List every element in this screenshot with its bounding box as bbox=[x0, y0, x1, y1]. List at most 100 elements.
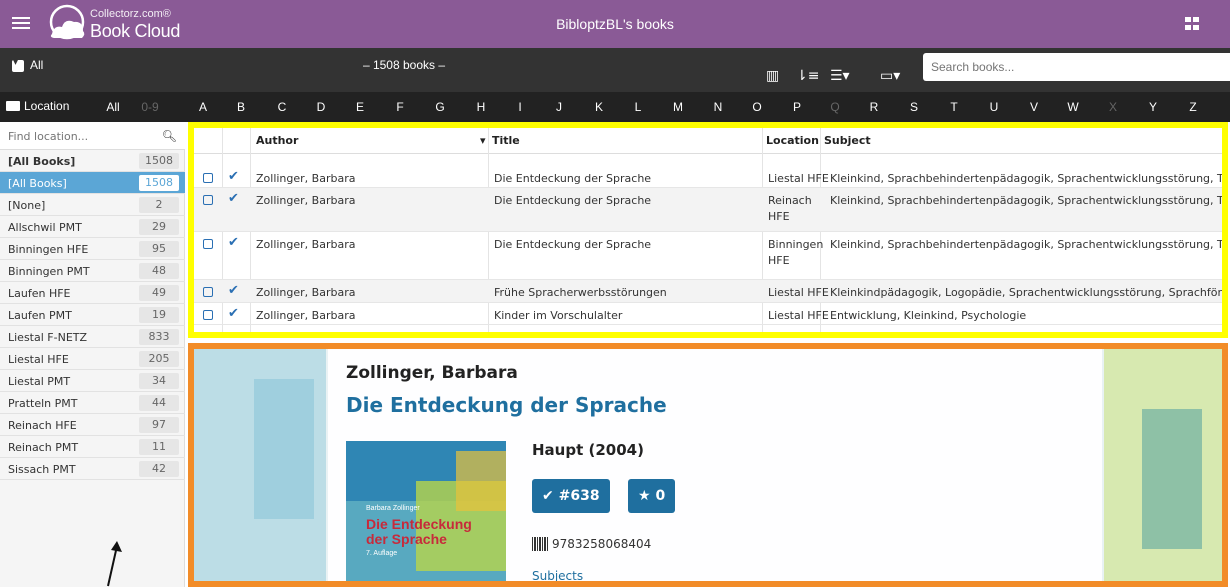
cell-title: Die Entdeckung der Sprache bbox=[494, 238, 652, 251]
location-item[interactable]: Reinach PMT 11 bbox=[0, 436, 185, 458]
sort-icon[interactable]: ⇂≡ bbox=[796, 68, 819, 84]
location-list: [All Books] 1508 [All Books] 1508 [None] 2 All… bbox=[0, 150, 185, 480]
cell-location-line2: HFE bbox=[768, 254, 790, 267]
location-count-badge: 44 bbox=[139, 395, 179, 411]
table-row[interactable]: ✔ Zollinger, Barbara Die Entdeckung der Sp… bbox=[194, 188, 1228, 232]
cell-author: Zollinger, Barbara bbox=[256, 238, 356, 251]
location-item[interactable]: Sissach PMT 42 bbox=[0, 458, 185, 480]
letter-filter-g[interactable]: G bbox=[435, 100, 444, 114]
letter-filter-m[interactable]: M bbox=[673, 100, 683, 114]
book-cover[interactable]: Barbara Zollinger Die Entdeckung der Spra… bbox=[346, 441, 506, 581]
folder-icon bbox=[6, 101, 20, 111]
letter-filter-all[interactable]: All bbox=[106, 100, 119, 114]
cover-author: Barbara Zollinger bbox=[366, 505, 420, 512]
search-icon[interactable]: 🔍︎ bbox=[162, 129, 177, 143]
row-checkbox[interactable] bbox=[203, 173, 213, 183]
letter-filter-b[interactable]: B bbox=[237, 100, 245, 114]
location-item[interactable]: Pratteln PMT 44 bbox=[0, 392, 185, 414]
column-author[interactable]: Author bbox=[256, 134, 298, 147]
table-header: Author ▾ Title Location Subject bbox=[194, 128, 1222, 154]
cell-subject: Kleinkindpädagogik, Logopädie, Sprachent… bbox=[830, 286, 1228, 299]
letter-filter-d[interactable]: D bbox=[317, 100, 326, 114]
search-box[interactable] bbox=[923, 53, 1230, 81]
find-location-input[interactable] bbox=[0, 122, 150, 150]
list-view-icon[interactable]: ☰▾ bbox=[830, 68, 850, 84]
location-count-badge: 1508 bbox=[139, 175, 179, 191]
location-item[interactable]: Reinach HFE 97 bbox=[0, 414, 185, 436]
letter-filter-c[interactable]: C bbox=[278, 100, 287, 114]
letter-filter-o[interactable]: O bbox=[752, 100, 761, 114]
layout-icon[interactable]: ▭▾ bbox=[880, 68, 900, 84]
find-location-box[interactable]: 🔍︎ bbox=[0, 122, 185, 150]
column-location[interactable]: Location bbox=[766, 134, 819, 147]
letter-filter-r[interactable]: R bbox=[870, 100, 879, 114]
cell-subject: Kleinkind, Sprachbehindertenpädagogik, S… bbox=[830, 238, 1228, 251]
row-checkbox[interactable] bbox=[203, 195, 213, 205]
location-item[interactable]: Allschwil PMT 29 bbox=[0, 216, 185, 238]
letter-filter-e[interactable]: E bbox=[356, 100, 364, 114]
location-item[interactable]: Liestal HFE 205 bbox=[0, 348, 185, 370]
location-item[interactable]: Laufen PMT 19 bbox=[0, 304, 185, 326]
table-row[interactable]: ✔ Zollinger, Barbara Die Entdeckung der Sp… bbox=[194, 232, 1228, 280]
column-subject[interactable]: Subject bbox=[824, 134, 871, 147]
rating-button[interactable]: ★ 0 bbox=[628, 479, 676, 513]
subjects-link[interactable]: Subjects bbox=[532, 569, 583, 581]
letter-filter-v[interactable]: V bbox=[1030, 100, 1038, 114]
cell-title: Frühe Spracherwerbsstörungen bbox=[494, 286, 667, 299]
letter-filter-n[interactable]: N bbox=[714, 100, 723, 114]
letter-filter-h[interactable]: H bbox=[477, 100, 486, 114]
table-row[interactable]: ✔ Zollinger, Barbara Frühe Spracherwerbsst… bbox=[194, 280, 1228, 303]
location-item[interactable]: Liestal PMT 34 bbox=[0, 370, 185, 392]
location-item[interactable]: Binningen PMT 48 bbox=[0, 260, 185, 282]
book-table: Author ▾ Title Location Subject ✔ Zolling… bbox=[188, 122, 1228, 338]
sort-desc-icon[interactable]: ▾ bbox=[480, 134, 486, 147]
location-count-badge: 42 bbox=[139, 461, 179, 477]
letter-filter-k[interactable]: K bbox=[595, 100, 603, 114]
table-row[interactable]: ✔ Zollinger, Barbara Die Entdeckung der Sp… bbox=[194, 166, 1222, 188]
search-input[interactable] bbox=[923, 53, 1230, 81]
owned-index-button[interactable]: ✔ #638 bbox=[532, 479, 610, 513]
location-item[interactable]: [All Books] 1508 bbox=[0, 150, 185, 172]
columns-icon[interactable]: ▥ bbox=[766, 68, 779, 84]
cell-author: Zollinger, Barbara bbox=[256, 194, 356, 207]
owned-check-icon: ✔ bbox=[228, 235, 239, 250]
row-checkbox[interactable] bbox=[203, 287, 213, 297]
location-name: Liestal F-NETZ bbox=[8, 331, 88, 344]
star-icon: ★ bbox=[638, 488, 651, 504]
grid-view-icon[interactable] bbox=[1185, 17, 1200, 31]
table-row[interactable]: ✔ Zollinger, Barbara Kinder im Vorschulalt… bbox=[194, 303, 1222, 325]
row-checkbox[interactable] bbox=[203, 310, 213, 320]
location-name: [All Books] bbox=[8, 177, 67, 190]
location-folder-button[interactable]: Location bbox=[6, 99, 69, 113]
cell-subject: Kleinkind, Sprachbehindertenpädagogik, S… bbox=[830, 194, 1228, 207]
letter-filter-t[interactable]: T bbox=[950, 100, 957, 114]
letter-filter-z[interactable]: Z bbox=[1189, 100, 1196, 114]
letter-filter-u[interactable]: U bbox=[990, 100, 999, 114]
letter-filter-s[interactable]: S bbox=[910, 100, 918, 114]
location-count-badge: 19 bbox=[139, 307, 179, 323]
letter-filter-a[interactable]: A bbox=[199, 100, 207, 114]
location-item[interactable]: Laufen HFE 49 bbox=[0, 282, 185, 304]
location-item[interactable]: [None] 2 bbox=[0, 194, 185, 216]
location-count-badge: 34 bbox=[139, 373, 179, 389]
detail-author[interactable]: Zollinger, Barbara bbox=[346, 363, 518, 383]
location-item[interactable]: [All Books] 1508 bbox=[0, 172, 185, 194]
cell-location: Liestal HFE bbox=[768, 309, 829, 322]
letter-filter-p[interactable]: P bbox=[793, 100, 801, 114]
check-icon: ✔ bbox=[542, 488, 554, 504]
cell-location: Liestal HFE bbox=[768, 286, 829, 299]
letter-filter-x: X bbox=[1108, 100, 1118, 114]
location-name: Laufen HFE bbox=[8, 287, 71, 300]
location-item[interactable]: Binningen HFE 95 bbox=[0, 238, 185, 260]
letter-filter-f[interactable]: F bbox=[396, 100, 403, 114]
letter-filter-l[interactable]: L bbox=[635, 100, 642, 114]
letter-filter-y[interactable]: Y bbox=[1149, 100, 1157, 114]
letter-filter-j[interactable]: J bbox=[556, 100, 562, 114]
column-title[interactable]: Title bbox=[492, 134, 520, 147]
book-count: – 1508 books – bbox=[362, 58, 446, 72]
letter-filter-i[interactable]: I bbox=[518, 100, 521, 114]
detail-isbn: 9783258068404 bbox=[552, 537, 652, 551]
row-checkbox[interactable] bbox=[203, 239, 213, 249]
location-item[interactable]: Liestal F-NETZ 833 bbox=[0, 326, 185, 348]
letter-filter-w[interactable]: W bbox=[1067, 100, 1078, 114]
